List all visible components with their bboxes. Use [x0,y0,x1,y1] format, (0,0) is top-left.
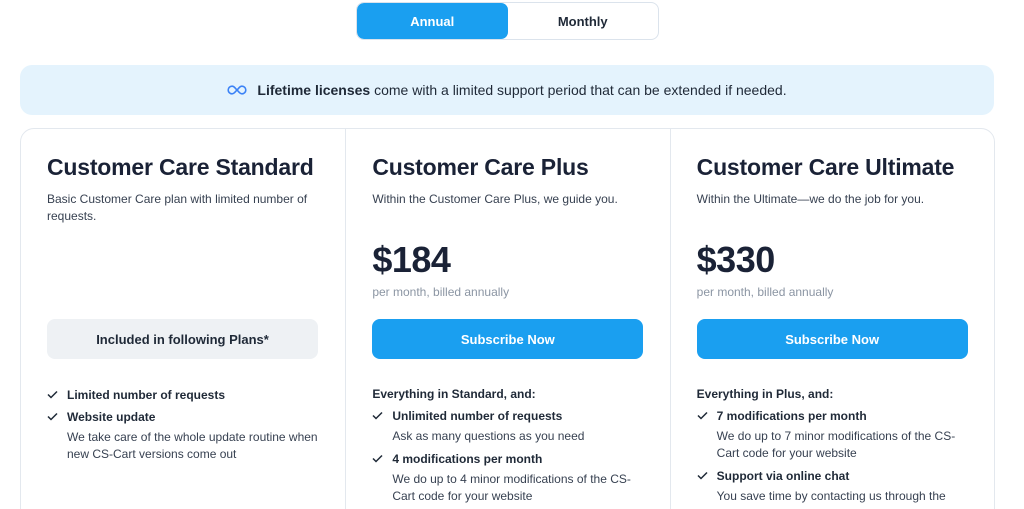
subscribe-button[interactable]: Subscribe Now [372,319,644,359]
infinity-icon [227,85,247,95]
feature-title: Website update [67,410,156,424]
plan-title: Customer Care Standard [47,154,314,180]
feature-title: 7 modifications per month [716,409,867,423]
plan-description: Within the Customer Care Plus, we guide … [372,192,618,206]
feature-item: Support via online chat You save time by… [697,468,972,505]
plan-price: $330 [696,239,776,280]
features-heading: Everything in Standard, and: [372,387,536,401]
notice-text: Lifetime licenses come with a limited su… [257,82,786,98]
feature-list: Everything in Plus, and: 7 modifications… [697,387,972,509]
check-icon [47,390,58,399]
plan-description: Basic Customer Care plan with limited nu… [47,192,308,223]
notice-bold: Lifetime licenses [257,82,371,98]
feature-item: Unlimited number of requests Ask as many… [372,408,647,445]
feature-title: Unlimited number of requests [392,409,563,423]
subscribe-button[interactable]: Subscribe Now [696,319,968,359]
feature-title: Limited number of requests [67,388,226,402]
feature-description: We do up to 7 minor modifications of the… [716,429,956,460]
feature-item: 4 modifications per month We do up to 4 … [372,451,647,505]
feature-description: We take care of the whole update routine… [67,430,318,461]
plan-card-plus: Customer Care Plus Within the Customer C… [345,129,669,509]
feature-description: You save time by contacting us through t… [716,489,946,503]
check-icon [372,411,383,420]
check-icon [47,412,58,421]
feature-item: Limited number of requests [47,387,322,403]
price-note: per month, billed annually [696,285,834,299]
monthly-tab[interactable]: Monthly [508,3,659,39]
annual-tab[interactable]: Annual [357,3,508,39]
plan-description: Within the Ultimate—we do the job for yo… [696,192,925,206]
notice-rest: come with a limited support period that … [374,82,787,98]
feature-list: Everything in Standard, and: Unlimited n… [372,387,647,509]
plan-title: Customer Care Plus [372,154,589,180]
feature-item: 7 modifications per month We do up to 7 … [697,408,972,462]
features-heading: Everything in Plus, and: [696,387,834,401]
plan-title: Customer Care Ultimate [696,154,955,180]
feature-title: Support via online chat [716,469,850,483]
check-icon [697,471,708,480]
plans-container: Customer Care Standard Basic Customer Ca… [20,128,995,509]
check-icon [697,411,708,420]
feature-item: Website update We take care of the whole… [47,409,322,463]
plan-price: $184 [372,239,451,280]
check-icon [372,454,383,463]
plan-card-ultimate: Customer Care Ultimate Within the Ultima… [669,129,994,509]
license-notice: Lifetime licenses come with a limited su… [20,65,994,115]
feature-list: Limited number of requests Website updat… [47,387,322,469]
feature-description: We do up to 4 minor modifications of the… [392,472,631,503]
feature-title: 4 modifications per month [392,452,543,466]
price-note: per month, billed annually [372,285,510,299]
plan-card-standard: Customer Care Standard Basic Customer Ca… [21,129,345,509]
included-in-plans-label: Included in following Plans* [47,319,318,359]
feature-description: Ask as many questions as you need [392,429,585,443]
billing-toggle: Annual Monthly [356,2,659,40]
